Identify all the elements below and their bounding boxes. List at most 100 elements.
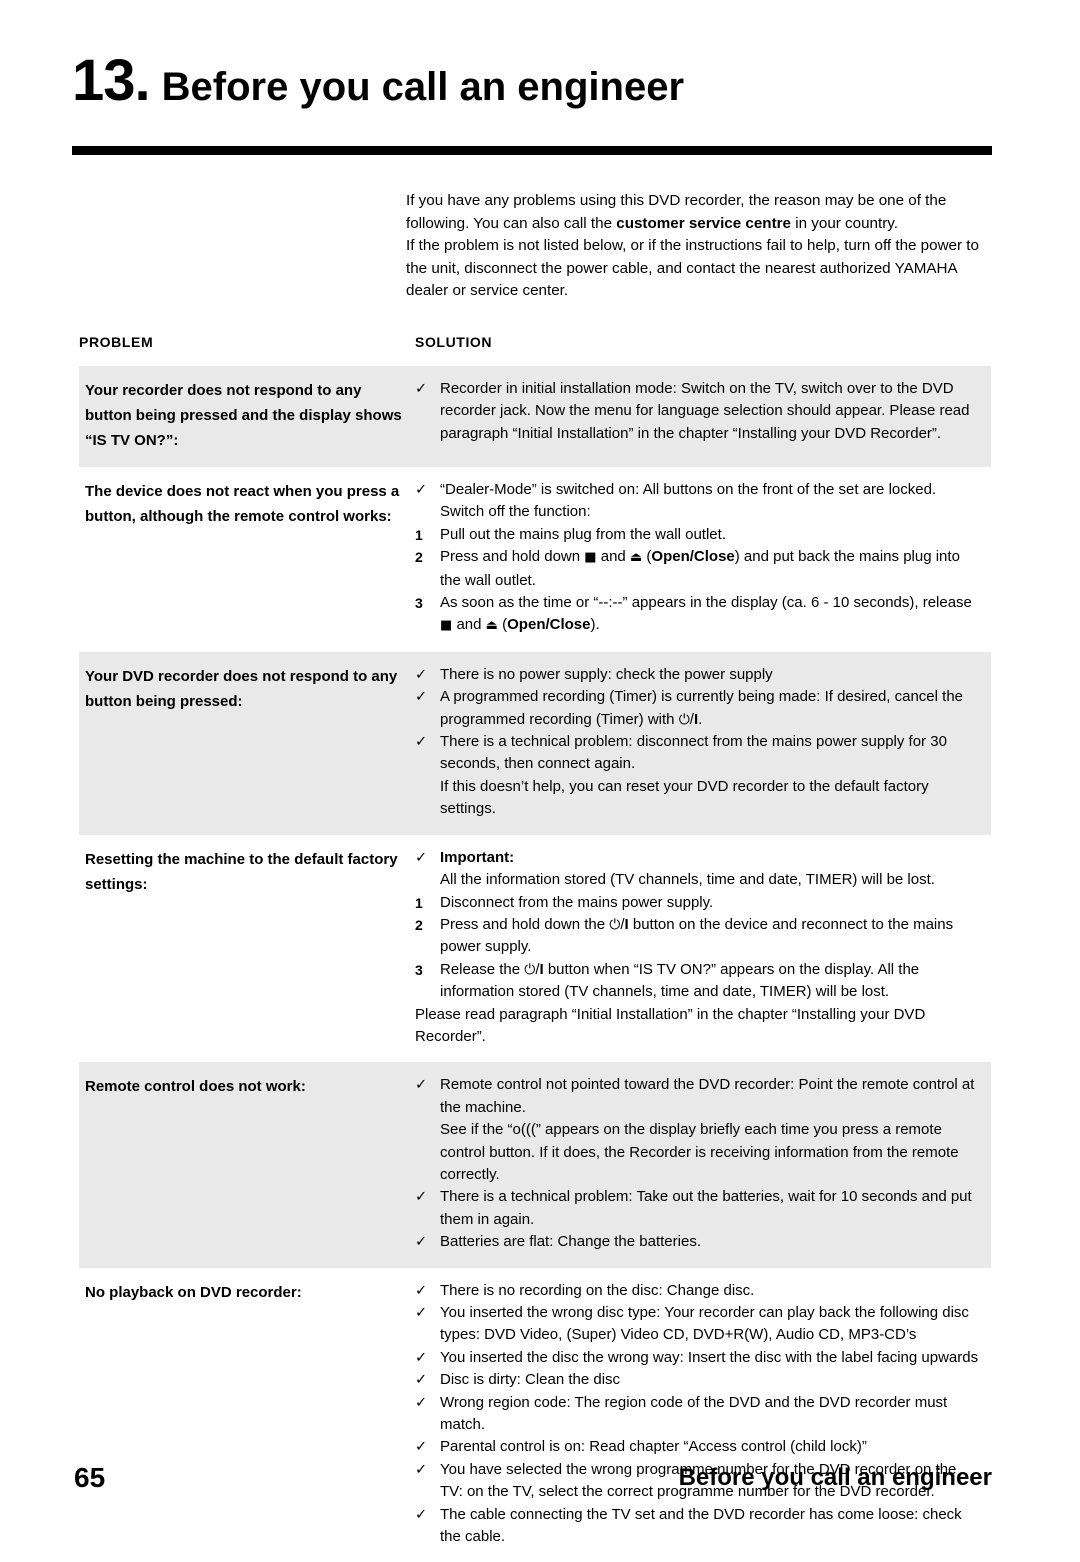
check-icon: ✓ xyxy=(415,689,428,706)
solution-cell: ✓ There is no power supply: check the pow… xyxy=(415,664,991,821)
solution-item: ✓ You inserted the wrong disc type: Your … xyxy=(415,1302,981,1347)
check-icon: ✓ xyxy=(415,1349,428,1366)
intro-paragraph-1: If you have any problems using this DVD … xyxy=(406,190,994,235)
solution-item: ✓ The cable connecting the TV set and the… xyxy=(415,1504,981,1549)
check-icon: ✓ xyxy=(415,1506,428,1523)
check-icon: ✓ xyxy=(415,1282,428,1299)
solution-text: The cable connecting the TV set and the … xyxy=(440,1505,962,1546)
intro-paragraphs: If you have any problems using this DVD … xyxy=(406,190,994,303)
solution-item: ✓ There is a technical problem: disconnec… xyxy=(415,731,981,776)
solution-text: Pull out the mains plug from the wall ou… xyxy=(440,525,726,543)
solution-item: ✓ Remote control not pointed toward the D… xyxy=(415,1074,981,1119)
problem-cell: The device does not react when you press… xyxy=(85,483,400,525)
solution-item: See if the “o(((” appears on the display… xyxy=(415,1119,981,1186)
check-icon: ✓ xyxy=(415,1461,428,1478)
solution-item: ✓ There is no recording on the disc: Chan… xyxy=(415,1280,981,1302)
table-row: Resetting the machine to the default fac… xyxy=(79,834,991,1063)
solution-text: Wrong region code: The region code of th… xyxy=(440,1393,948,1434)
chapter-heading: 13. Before you call an engineer xyxy=(72,52,1008,110)
solution-text: Please read paragraph “Initial Installat… xyxy=(415,1005,926,1045)
solution-text: As soon as the time or “--:--” appears i… xyxy=(440,594,972,634)
solution-text: Press and hold down the ⏻/I button on th… xyxy=(440,915,954,956)
check-icon: ✓ xyxy=(415,1439,428,1456)
solution-cell: ✓ Recorder in initial installation mode: … xyxy=(415,378,991,453)
check-icon: ✓ xyxy=(415,381,428,397)
solution-cell: ✓ Important: All the information stored (T… xyxy=(415,847,991,1049)
page-title: Before you call an engineer xyxy=(161,65,685,109)
solution-item: 2 Press and hold down the ⏻/I button on t… xyxy=(415,914,981,959)
step-number: 2 xyxy=(415,549,423,566)
solution-item: Please read paragraph “Initial Installat… xyxy=(415,1004,981,1049)
check-icon: ✓ xyxy=(415,1372,428,1389)
check-icon: ✓ xyxy=(415,482,428,498)
problem-cell: Resetting the machine to the default fac… xyxy=(85,850,398,893)
intro-paragraph-2: If the problem is not listed below, or i… xyxy=(406,237,979,300)
step-number: 1 xyxy=(415,526,423,543)
check-icon: ✓ xyxy=(415,1305,428,1321)
table-row: No playback on DVD recorder: ✓ There is no… xyxy=(79,1267,991,1562)
check-icon: ✓ xyxy=(415,849,428,866)
check-icon: ✓ xyxy=(415,1394,428,1411)
step-number: 3 xyxy=(415,595,423,612)
solution-item: ✓ Important: xyxy=(415,847,981,869)
step-number: 3 xyxy=(415,961,423,978)
solution-text: You inserted the disc the wrong way: Ins… xyxy=(440,1348,979,1366)
solution-item: 3 Release the ⏻/I button when “IS TV ON?”… xyxy=(415,959,981,1004)
solution-item: ✓ “Dealer-Mode” is switched on: All butto… xyxy=(415,479,981,501)
document-page: 13. Before you call an engineer If you h… xyxy=(0,0,1080,1562)
step-number: 2 xyxy=(415,916,423,933)
solution-item: ✓ Disc is dirty: Clean the disc xyxy=(415,1369,981,1391)
solution-text: Important: xyxy=(440,848,515,866)
solution-item: ✓ Parental control is on: Read chapter “A… xyxy=(415,1436,981,1458)
solution-text: Switch off the function: xyxy=(440,503,591,521)
step-number: 1 xyxy=(415,894,423,911)
table-row: Remote control does not work: ✓ Remote con… xyxy=(79,1062,991,1268)
solution-cell: ✓ There is no recording on the disc: Chan… xyxy=(415,1280,991,1549)
solution-item: ✓ Batteries are flat: Change the batterie… xyxy=(415,1231,981,1253)
problem-cell: Your DVD recorder does not respond to an… xyxy=(85,667,398,710)
solution-item: If this doesn’t help, you can reset your… xyxy=(415,776,981,821)
table-row: Your DVD recorder does not respond to an… xyxy=(79,651,991,835)
solution-cell: ✓ “Dealer-Mode” is switched on: All butto… xyxy=(415,479,991,638)
check-icon: ✓ xyxy=(415,1189,428,1206)
solution-text: Batteries are flat: Change the batteries… xyxy=(440,1233,701,1251)
solution-text: A programmed recording (Timer) is curren… xyxy=(440,688,964,728)
table-header-row: PROBLEM SOLUTION xyxy=(79,334,991,366)
check-icon: ✓ xyxy=(415,666,428,683)
problem-cell: Remote control does not work: xyxy=(85,1078,306,1096)
check-icon: ✓ xyxy=(415,1234,428,1251)
solution-text: You inserted the wrong disc type: Your r… xyxy=(440,1304,969,1344)
footer-page-number: 65 xyxy=(74,1462,106,1493)
solution-item: 2 Press and hold down ■ and ⏏ (Open/Close… xyxy=(415,546,981,592)
heading-rule xyxy=(72,146,992,155)
solution-text: See if the “o(((” appears on the display… xyxy=(440,1121,959,1183)
solution-text: “Dealer-Mode” is switched on: All button… xyxy=(440,481,937,498)
solution-text: There is a technical problem: disconnect… xyxy=(440,733,947,773)
solution-item: ✓ Recorder in initial installation mode: … xyxy=(415,378,981,445)
solution-item: 3 As soon as the time or “--:--” appears … xyxy=(415,592,981,638)
solution-text: Press and hold down ■ and ⏏ (Open/Close)… xyxy=(440,548,960,589)
solution-item: 1 Pull out the mains plug from the wall o… xyxy=(415,524,981,546)
intro-text-c: in your country. xyxy=(791,214,898,232)
check-icon: ✓ xyxy=(415,734,428,751)
solution-text: All the information stored (TV channels,… xyxy=(440,871,935,889)
solution-item: ✓ You inserted the disc the wrong way: In… xyxy=(415,1347,981,1369)
solution-text: Recorder in initial installation mode: S… xyxy=(440,380,970,442)
check-icon: ✓ xyxy=(415,1077,428,1094)
solution-text: Remote control not pointed toward the DV… xyxy=(440,1076,975,1116)
solution-item: ✓ A programmed recording (Timer) is curre… xyxy=(415,686,981,731)
solution-text: Parental control is on: Read chapter “Ac… xyxy=(440,1438,867,1456)
solution-text: Disc is dirty: Clean the disc xyxy=(440,1371,621,1389)
solution-text: There is no power supply: check the powe… xyxy=(440,665,773,683)
column-header-solution: SOLUTION xyxy=(415,334,493,350)
table-body: Your recorder does not respond to any bu… xyxy=(79,366,991,1562)
footer-chapter-title: Before you call an engineer xyxy=(678,1464,992,1491)
troubleshooting-table: PROBLEM SOLUTION Your recorder does not … xyxy=(79,334,991,1562)
intro-bold-phrase: customer service centre xyxy=(616,214,792,232)
solution-text: There is a technical problem: Take out t… xyxy=(440,1188,972,1228)
problem-cell: No playback on DVD recorder: xyxy=(85,1283,302,1301)
solution-text: Release the ⏻/I button when “IS TV ON?” … xyxy=(440,960,920,1001)
solution-item: Switch off the function: xyxy=(415,501,981,523)
table-row: The device does not react when you press… xyxy=(79,467,991,652)
solution-text: There is no recording on the disc: Chang… xyxy=(440,1281,755,1299)
